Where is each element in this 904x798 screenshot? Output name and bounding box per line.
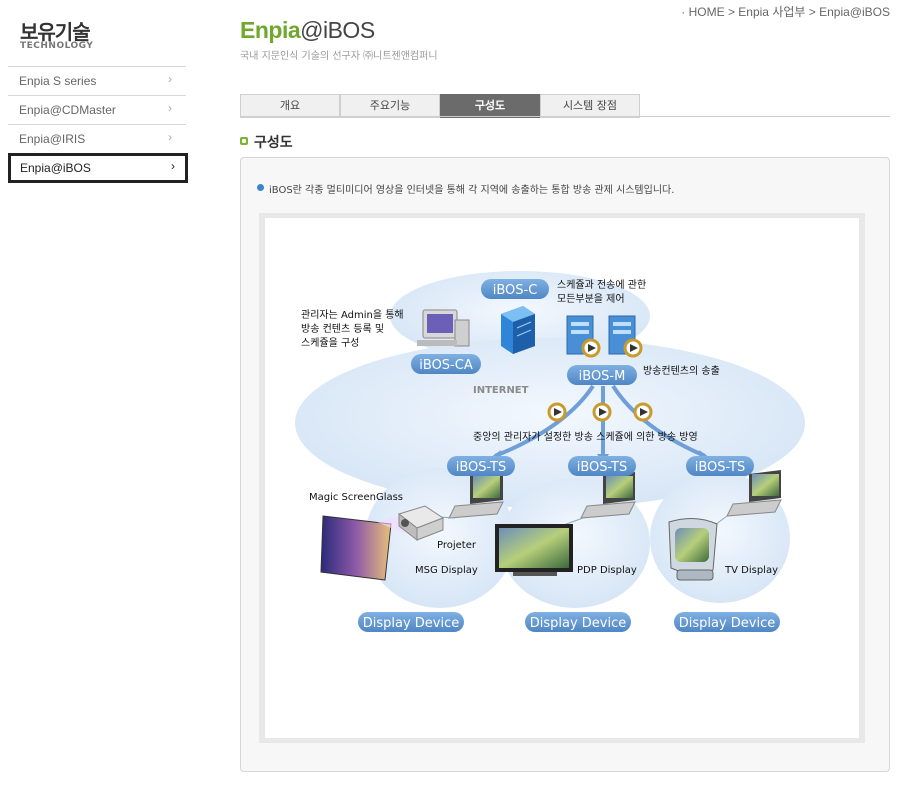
tab-advantages[interactable]: 시스템 장점 <box>540 94 640 118</box>
bullet-icon <box>257 184 264 191</box>
media-play-icon <box>547 402 653 422</box>
svg-text:Display Device: Display Device <box>679 616 776 631</box>
pdp-display-label: PDP Display <box>577 565 637 576</box>
magic-screenglass-label: Magic ScreenGlass <box>309 492 403 503</box>
tab-features[interactable]: 주요기능 <box>340 94 440 118</box>
display-device-badge-2: Display Device <box>525 612 631 632</box>
page-title: Enpia@iBOS <box>240 17 375 44</box>
chevron-right-icon: › <box>171 159 175 173</box>
sidebar-item-enpia-s-series[interactable]: Enpia S series › <box>8 66 186 96</box>
tab-divider <box>240 116 890 117</box>
section-title: 구성도 <box>254 135 293 151</box>
display-device-badge-1: Display Device <box>358 612 464 632</box>
architecture-diagram: iBOS-C iBOS-CA iBOS-M iBOS-TS iBOS-TS iB… <box>265 218 859 738</box>
node-ibos-ts-2: iBOS-TS <box>568 456 636 476</box>
svg-text:iBOS-TS: iBOS-TS <box>456 460 506 475</box>
svg-text:iBOS-TS: iBOS-TS <box>695 460 745 475</box>
admin-desc-3: 스케쥴을 구성 <box>301 337 359 349</box>
svg-text:iBOS-M: iBOS-M <box>579 369 626 384</box>
node-ibos-ts-3: iBOS-TS <box>686 456 754 476</box>
brand-green: Enpia <box>240 17 301 43</box>
section-bullet-icon <box>240 137 248 145</box>
admin-desc-2: 방송 컨텐츠 등록 및 <box>301 323 384 335</box>
msg-display-label: MSG Display <box>415 565 478 576</box>
chevron-right-icon: › <box>168 101 172 115</box>
ibos-c-desc-2: 모든부분을 제어 <box>557 293 625 305</box>
svg-text:iBOS-TS: iBOS-TS <box>577 460 627 475</box>
chevron-right-icon: › <box>168 130 172 144</box>
chevron-right-icon: › <box>168 72 172 86</box>
pdp-display-icon <box>495 524 573 576</box>
sidebar-item-iris[interactable]: Enpia@IRIS › <box>8 125 186 154</box>
section-description: iBOS란 각종 멀티미디어 영상을 인터넷을 통해 각 지역에 송출하는 통합… <box>269 185 675 196</box>
sidebar-item-label: Enpia@IRIS <box>19 132 86 146</box>
internet-label: INTERNET <box>473 385 529 396</box>
display-device-badge-3: Display Device <box>674 612 780 632</box>
svg-text:Display Device: Display Device <box>530 616 627 631</box>
brand-dark: @iBOS <box>300 17 375 43</box>
tagline: 국내 지문인식 기술의 선구자 ㈜니트젠앤컴퍼니 <box>240 51 438 62</box>
tab-structure[interactable]: 구성도 <box>440 94 540 118</box>
ibos-c-desc-1: 스케쥴과 전송에 관한 <box>557 279 646 291</box>
node-ibos-ts-1: iBOS-TS <box>447 456 515 476</box>
svg-text:Display Device: Display Device <box>363 616 460 631</box>
sidebar-item-label: Enpia S series <box>19 74 97 88</box>
tab-overview[interactable]: 개요 <box>240 94 340 118</box>
node-ibos-ca: iBOS-CA <box>411 354 481 374</box>
node-ibos-m: iBOS-M <box>567 365 637 385</box>
ibos-m-desc: 방송컨텐츠의 송출 <box>643 365 720 377</box>
admin-desc-1: 관리자는 Admin을 통해 <box>301 308 404 321</box>
breadcrumb[interactable]: · HOME > Enpia 사업부 > Enpia@iBOS <box>681 3 890 20</box>
sidebar-item-label: Enpia@CDMaster <box>19 103 116 117</box>
sidebar-item-ibos[interactable]: Enpia@iBOS › <box>8 153 188 183</box>
sidebar-item-label: Enpia@iBOS <box>20 161 91 175</box>
broadcast-desc: 중앙의 관리자가 설정한 방송 스케쥴에 의한 방송 방영 <box>473 431 698 443</box>
svg-text:iBOS-CA: iBOS-CA <box>419 358 473 373</box>
server-icon <box>501 306 535 354</box>
sidebar-item-cdmaster[interactable]: Enpia@CDMaster › <box>8 96 186 125</box>
tv-display-label: TV Display <box>724 565 778 576</box>
svg-text:iBOS-C: iBOS-C <box>493 283 538 298</box>
projector-label: Projeter <box>437 540 477 551</box>
sidebar-subtitle: TECHNOLOGY <box>20 41 94 51</box>
node-ibos-c: iBOS-C <box>481 279 549 299</box>
